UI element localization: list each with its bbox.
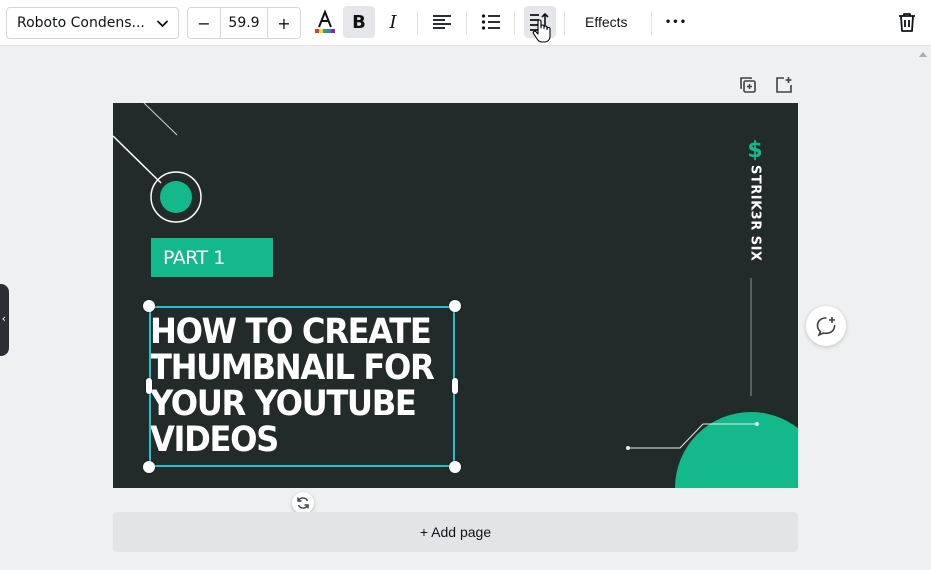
- comment-icon: [816, 317, 836, 337]
- italic-button[interactable]: I: [377, 6, 409, 38]
- resize-handle-bottom-right[interactable]: [449, 461, 461, 473]
- add-comment-button[interactable]: [806, 306, 846, 346]
- increase-font-size-button[interactable]: +: [268, 8, 300, 38]
- effects-button[interactable]: Effects: [575, 6, 638, 38]
- text-toolbar: Roboto Condens... − 59.9 + B I Effects •…: [0, 0, 931, 46]
- toolbar-divider: [514, 11, 515, 35]
- resize-handle-right[interactable]: [452, 378, 458, 394]
- bullet-list-icon: [481, 14, 500, 30]
- resize-handle-top-left[interactable]: [143, 300, 155, 312]
- text-selection-box: [149, 306, 455, 467]
- resize-handle-top-right[interactable]: [449, 300, 461, 312]
- resize-handle-bottom-left[interactable]: [143, 461, 155, 473]
- text-color-icon: [315, 9, 335, 33]
- add-page-button[interactable]: + Add page: [113, 512, 798, 552]
- decorative-dot: [160, 181, 192, 213]
- part-label[interactable]: PART 1: [151, 238, 273, 277]
- toolbar-divider: [466, 11, 467, 35]
- font-size-stepper: − 59.9 +: [187, 7, 301, 39]
- scroll-up-arrow-icon[interactable]: [919, 52, 927, 57]
- add-page-icon: [776, 77, 792, 93]
- chevron-down-icon: [157, 20, 168, 27]
- text-color-button[interactable]: [309, 6, 341, 38]
- trash-icon: [899, 13, 915, 32]
- collapse-side-panel-button[interactable]: ‹: [0, 284, 9, 356]
- decorative-dot: [626, 446, 630, 450]
- bold-button[interactable]: B: [343, 6, 375, 38]
- add-page-top-button[interactable]: [773, 74, 795, 96]
- brand-name: STRIK3R SIX: [747, 165, 763, 262]
- decorative-dot: [755, 422, 759, 426]
- font-family-label: Roboto Condens...: [17, 15, 145, 31]
- toolbar-divider: [417, 11, 418, 35]
- duplicate-icon: [740, 77, 756, 93]
- dollar-logo-icon: $: [747, 138, 763, 163]
- toolbar-divider: [564, 11, 565, 35]
- rotate-handle[interactable]: [292, 492, 314, 514]
- brand-mark: $ STRIK3R SIX: [746, 138, 764, 262]
- hand-cursor-icon: [532, 19, 551, 43]
- decrease-font-size-button[interactable]: −: [188, 8, 220, 38]
- rotate-icon: [297, 497, 309, 509]
- bullet-list-button[interactable]: [475, 6, 507, 38]
- more-options-button[interactable]: •••: [660, 6, 692, 38]
- delete-button[interactable]: [891, 6, 923, 38]
- duplicate-page-button[interactable]: [737, 74, 759, 96]
- align-left-button[interactable]: [426, 6, 458, 38]
- decorative-line: [143, 103, 178, 136]
- decorative-circle: [675, 412, 798, 488]
- font-size-input[interactable]: 59.9: [220, 8, 268, 38]
- align-left-icon: [433, 15, 451, 29]
- chevron-left-icon: ‹: [1, 312, 6, 325]
- decorative-line: [113, 135, 162, 184]
- font-family-dropdown[interactable]: Roboto Condens...: [6, 7, 179, 39]
- toolbar-divider: [651, 11, 652, 35]
- resize-handle-left[interactable]: [146, 378, 152, 394]
